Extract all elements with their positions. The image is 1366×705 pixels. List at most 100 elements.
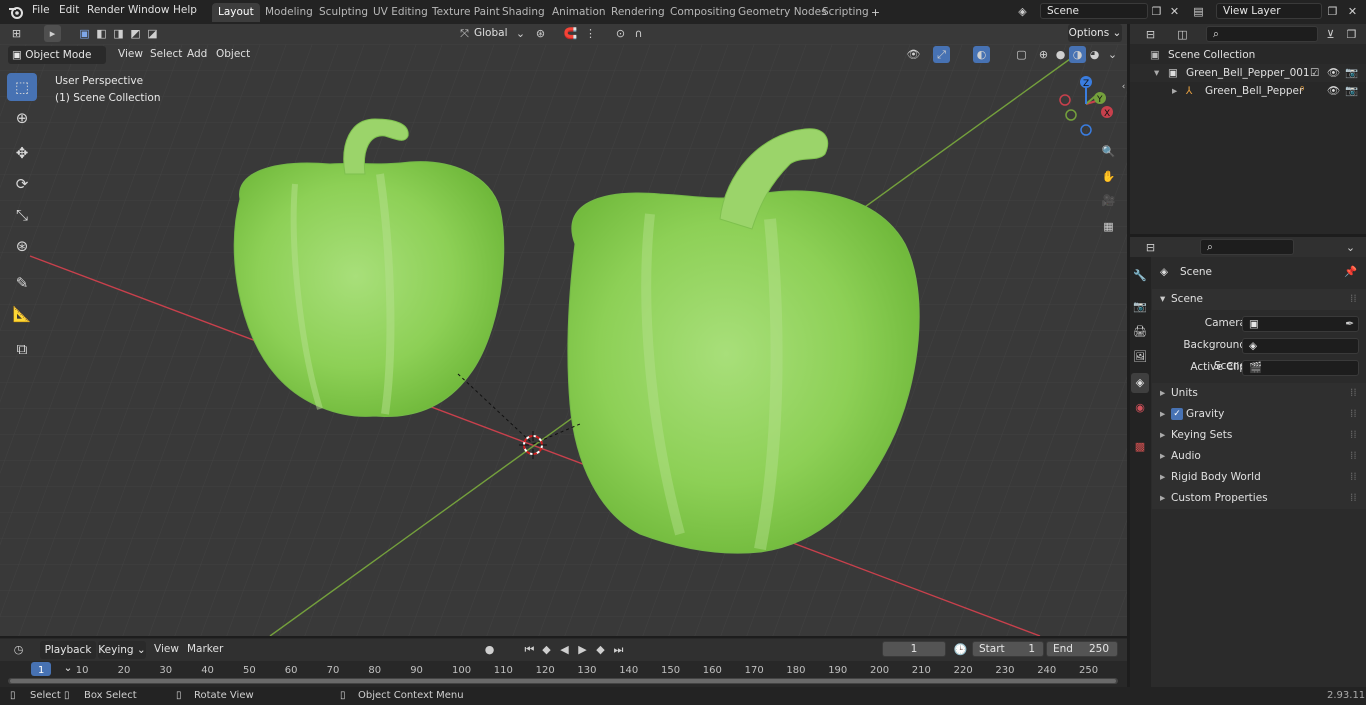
new-view-layer-icon[interactable]: ❐ [1324,3,1341,20]
3d-viewport[interactable]: ⊞ ▸ ▣ ◧ ◨ ◩ ◪ ⤧ Global ⌄ ⊛ 🧲 ⋮ ⊙ ∩ Optio… [0,24,1127,636]
play-icon[interactable]: ▶ [574,641,591,658]
drag-handle-icon[interactable]: ⁞⁞ [1350,404,1357,425]
next-keyframe-icon[interactable]: ◆ [592,641,609,658]
mode-intersect-icon[interactable]: ◪ [144,25,161,42]
tab-scripting[interactable]: Scripting [816,3,875,22]
jump-end-icon[interactable]: ⏭ [610,641,627,658]
output-tab-icon[interactable]: 🖨 [1131,322,1149,342]
snap-icon[interactable]: 🧲 [562,25,579,42]
section-custom-properties[interactable]: ▸ Custom Properties ⁞⁞ [1152,488,1366,509]
properties-options-icon[interactable]: ⌄ [1342,239,1359,256]
rendered-shading-icon[interactable]: ◕ [1086,46,1103,63]
mode-subtract-icon[interactable]: ◨ [110,25,127,42]
mode-extend-icon[interactable]: ◧ [93,25,110,42]
drag-handle-icon[interactable]: ⁞⁞ [1350,289,1357,310]
play-reverse-icon[interactable]: ◀ [556,641,573,658]
annotate-tool[interactable]: ✎ [7,269,37,297]
select-box-tool[interactable]: ⬚ [7,73,37,101]
xray-icon[interactable]: ▢ [1013,46,1030,63]
tool-tab-icon[interactable]: 🔧 [1131,266,1149,286]
transform-tool[interactable]: ⊛ [7,232,37,260]
tab-sculpting[interactable]: Sculpting [313,3,374,22]
menu-help[interactable]: Help [173,4,197,16]
drag-handle-icon[interactable]: ⁞⁞ [1350,467,1357,488]
material-shading-icon[interactable]: ◑ [1069,46,1086,63]
section-gravity[interactable]: ▸ ✓ Gravity ⁞⁞ [1152,404,1366,425]
tab-animation[interactable]: Animation [546,3,612,22]
timeline-scrollbar[interactable] [8,678,1118,684]
camera-render-icon[interactable]: 📷 [1345,64,1358,82]
pin-icon[interactable]: 📌 [1344,262,1357,283]
delete-view-layer-icon[interactable]: ✕ [1344,3,1361,20]
blender-logo-icon[interactable] [8,4,24,20]
tab-uv-editing[interactable]: UV Editing [367,3,434,22]
menu-edit[interactable]: Edit [59,4,79,16]
prev-keyframe-icon[interactable]: ◆ [538,641,555,658]
outliner-search-input[interactable]: ⌕ [1206,26,1318,42]
properties-search-input[interactable]: ⌕ [1200,239,1294,255]
scene-tab-icon[interactable]: ◈ [1131,373,1149,393]
view-layer-tab-icon[interactable]: 🖼 [1131,347,1149,367]
properties-editor-icon[interactable]: ⊟ [1142,239,1159,256]
scene-selector-icon[interactable]: ◈ [1014,3,1031,20]
new-scene-icon[interactable]: ❐ [1148,3,1165,20]
gizmo-toggle-icon[interactable]: ⤢ [933,46,950,63]
options-button[interactable]: Options ⌄ [1068,24,1122,42]
camera-field[interactable]: ▣ ✒ [1242,316,1359,332]
tab-shading[interactable]: Shading [496,3,551,22]
mode-new-icon[interactable]: ▣ [76,25,93,42]
select-tool-icon[interactable]: ▸ [44,25,61,42]
object-mode-dropdown[interactable]: ▣ Object Mode [8,46,106,64]
menu-object[interactable]: Object [216,48,250,60]
overlay-toggle-icon[interactable]: ◐ [973,46,990,63]
scene-panel-header[interactable]: ▾ Scene ⁞⁞ [1152,289,1366,310]
visibility-icon[interactable]: 👁 [905,46,922,63]
eye-icon[interactable]: 👁 [1327,64,1340,82]
world-tab-icon[interactable]: ◉ [1131,398,1149,418]
delete-scene-icon[interactable]: ✕ [1166,3,1183,20]
menu-select[interactable]: Select [150,48,182,60]
drag-handle-icon[interactable]: ⁞⁞ [1350,446,1357,467]
section-units[interactable]: ▸ Units ⁞⁞ [1152,383,1366,404]
timeline-editor-icon[interactable]: ◷ [10,641,27,658]
timeline-marker-menu[interactable]: Marker [187,643,223,655]
menu-render[interactable]: Render [87,4,124,16]
camera-render-icon[interactable]: 📷 [1345,82,1358,100]
active-clip-field[interactable]: 🎬 [1242,360,1359,376]
drag-handle-icon[interactable]: ⁞⁞ [1350,425,1357,446]
gravity-checkbox-icon[interactable]: ✓ [1171,408,1183,420]
tab-compositing[interactable]: Compositing [664,3,742,22]
tab-rendering[interactable]: Rendering [605,3,671,22]
filter-icon[interactable]: ⊻ [1322,26,1339,43]
eyedropper-icon[interactable]: ✒ [1345,317,1354,331]
record-icon[interactable]: ● [481,641,498,658]
solid-shading-icon[interactable]: ● [1052,46,1069,63]
scene-name-field[interactable]: Scene [1040,3,1148,19]
falloff-icon[interactable]: ∩ [630,25,647,42]
eye-icon[interactable]: 👁 [1327,82,1340,100]
snap-target-icon[interactable]: ⋮ [582,25,599,42]
render-tab-icon[interactable]: 📷 [1131,297,1149,317]
start-frame-field[interactable]: Start 1 [972,641,1044,657]
section-audio[interactable]: ▸ Audio ⁞⁞ [1152,446,1366,467]
new-collection-icon[interactable]: ❐ [1343,26,1360,43]
background-scene-field[interactable]: ◈ [1242,338,1359,354]
timeline-view-menu[interactable]: View [154,643,179,655]
cursor-tool[interactable]: ⊕ [7,104,37,132]
wireframe-shading-icon[interactable]: ⊕ [1035,46,1052,63]
display-mode-icon[interactable]: ◫ [1174,26,1191,43]
section-keying-sets[interactable]: ▸ Keying Sets ⁞⁞ [1152,425,1366,446]
jump-start-icon[interactable]: ⏮ [521,641,538,658]
drag-handle-icon[interactable]: ⁞⁞ [1350,383,1357,404]
tab-modeling[interactable]: Modeling [259,3,319,22]
current-frame-field[interactable]: 1 [882,641,946,657]
outliner-item-pepper[interactable]: ▸ ⅄ Green_Bell_Pepper ⁰ 👁 📷 [1130,82,1366,100]
rotate-tool[interactable]: ⟳ [7,170,37,198]
measure-tool[interactable]: 📐 [7,300,37,328]
proportional-edit-icon[interactable]: ⊙ [612,25,629,42]
expand-arrow-icon[interactable]: ▸ [1172,82,1177,100]
move-tool[interactable]: ✥ [7,139,37,167]
camera-view-icon[interactable]: 🎥 [1100,192,1117,209]
outliner-editor-icon[interactable]: ⊟ [1142,26,1159,43]
texture-tab-icon[interactable]: ▩ [1131,437,1149,457]
